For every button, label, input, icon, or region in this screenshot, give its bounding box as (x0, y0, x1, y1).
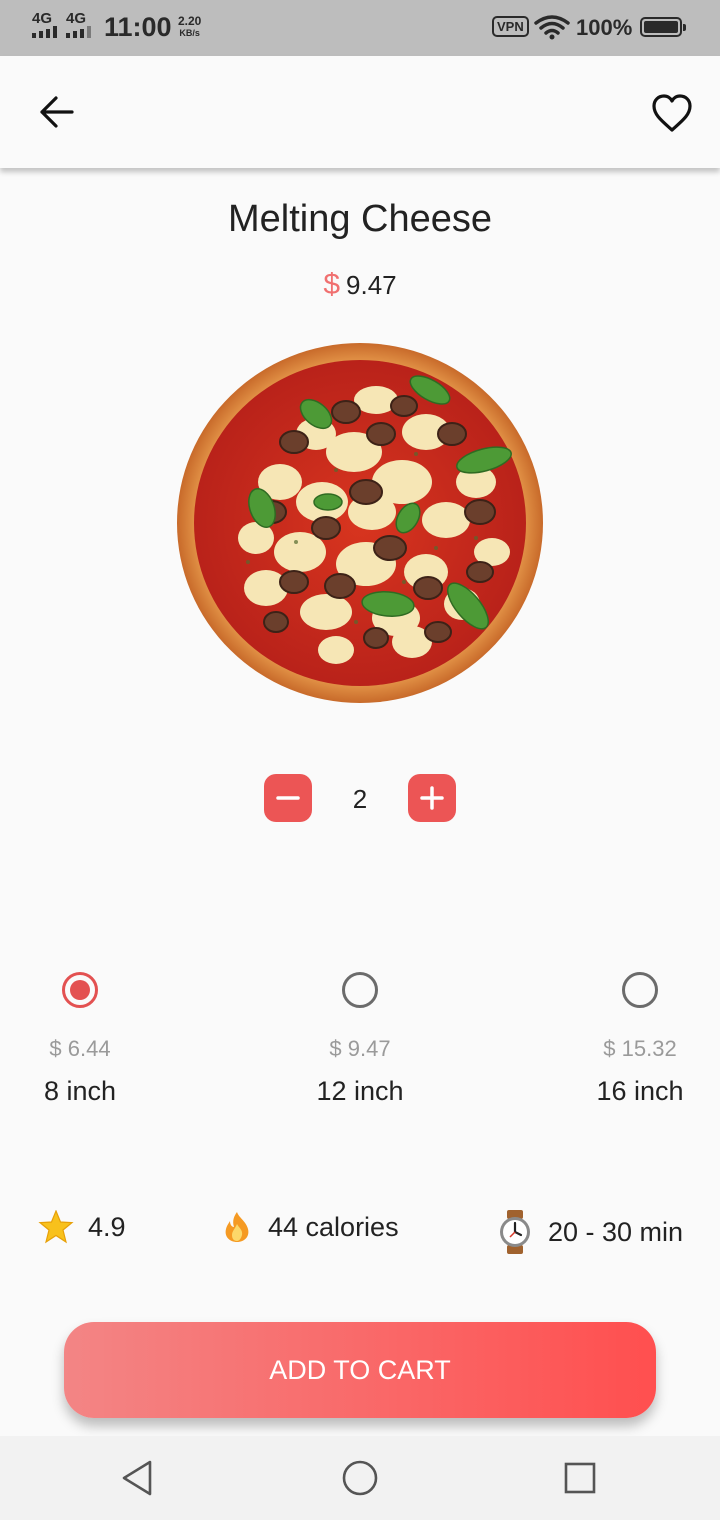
battery-icon (640, 17, 686, 37)
prep-time-value: 20 - 30 min (548, 1216, 684, 1247)
star-icon (38, 1210, 74, 1244)
size-radio[interactable] (342, 972, 378, 1008)
status-time: 11:00 (104, 12, 172, 42)
plus-icon (420, 786, 444, 810)
heart-outline-icon (652, 94, 692, 132)
size-label: 8 inch (43, 1076, 117, 1106)
signal-icon (32, 26, 57, 38)
size-radio[interactable] (622, 972, 658, 1008)
prep-time: 20 - 30 min (496, 1210, 683, 1254)
size-price: $ 6.44 (49, 1036, 111, 1061)
add-to-cart-button[interactable]: ADD TO CART (64, 1322, 656, 1418)
watch-icon (496, 1210, 534, 1254)
back-button[interactable] (32, 92, 80, 132)
size-option-16-inch[interactable]: $ 15.32 16 inch (540, 970, 720, 1107)
price-value: 9.47 (346, 270, 397, 300)
size-radio-selected[interactable] (62, 972, 98, 1008)
nav-back-triangle-icon[interactable] (118, 1458, 158, 1503)
network-type-1: 4G (32, 10, 53, 27)
nav-recents-square-icon[interactable] (562, 1458, 598, 1503)
favorite-button[interactable] (646, 90, 698, 136)
quantity-value: 2 (352, 784, 368, 814)
increase-quantity-button[interactable] (408, 774, 456, 822)
size-price: $ 15.32 (603, 1036, 677, 1061)
calories-value: 44 calories (268, 1211, 399, 1242)
size-price: $ 9.47 (329, 1036, 391, 1061)
decrease-quantity-button[interactable] (264, 774, 312, 822)
minus-icon (276, 796, 300, 800)
vpn-badge: VPN (492, 16, 529, 37)
status-bar: 4G 4G 11:00 2.20 KB/s VPN 100% (0, 0, 720, 56)
size-option-8-inch[interactable]: $ 6.44 8 inch (0, 970, 180, 1107)
nav-home-circle-icon[interactable] (340, 1458, 380, 1503)
speed-value: 2.20 (178, 14, 202, 28)
fire-icon (220, 1210, 254, 1244)
rating: 4.9 (38, 1210, 126, 1244)
wifi-icon (534, 14, 570, 45)
currency-symbol: $ (323, 268, 341, 301)
calories: 44 calories (220, 1210, 399, 1244)
size-option-12-inch[interactable]: $ 9.47 12 inch (260, 970, 460, 1107)
arrow-left-icon (40, 96, 74, 128)
system-navigation-bar (0, 1436, 720, 1520)
speed-unit: KB/s (179, 28, 200, 38)
network-type-2: 4G (66, 10, 87, 27)
rating-value: 4.9 (88, 1211, 126, 1242)
network-speed: 2.20 KB/s (178, 15, 201, 39)
app-bar (0, 56, 720, 168)
signal-icon (66, 26, 91, 38)
battery-percent: 100% (576, 15, 633, 40)
product-name: Melting Cheese (227, 198, 493, 240)
size-label: 16 inch (596, 1076, 684, 1106)
size-label: 12 inch (316, 1076, 404, 1106)
product-price: $9.47 (0, 268, 720, 302)
pizza-image (176, 342, 544, 704)
